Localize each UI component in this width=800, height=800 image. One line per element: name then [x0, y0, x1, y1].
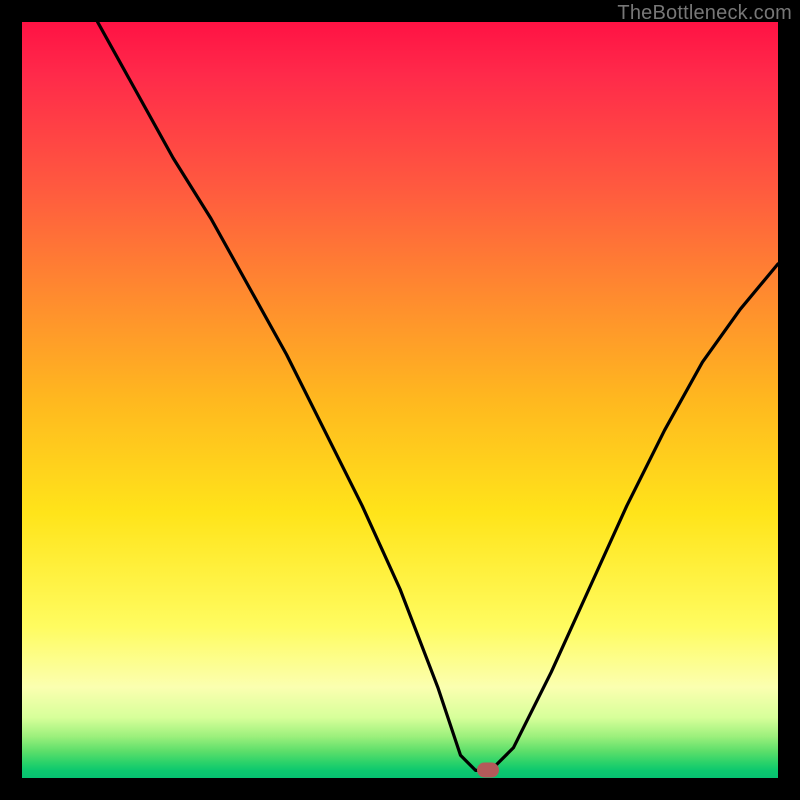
curve-path: [98, 22, 778, 770]
optimum-marker: [477, 763, 499, 778]
plot-area: [22, 22, 778, 778]
watermark-text: TheBottleneck.com: [617, 2, 792, 25]
chart-frame: TheBottleneck.com: [0, 0, 800, 800]
bottleneck-curve: [22, 22, 778, 778]
